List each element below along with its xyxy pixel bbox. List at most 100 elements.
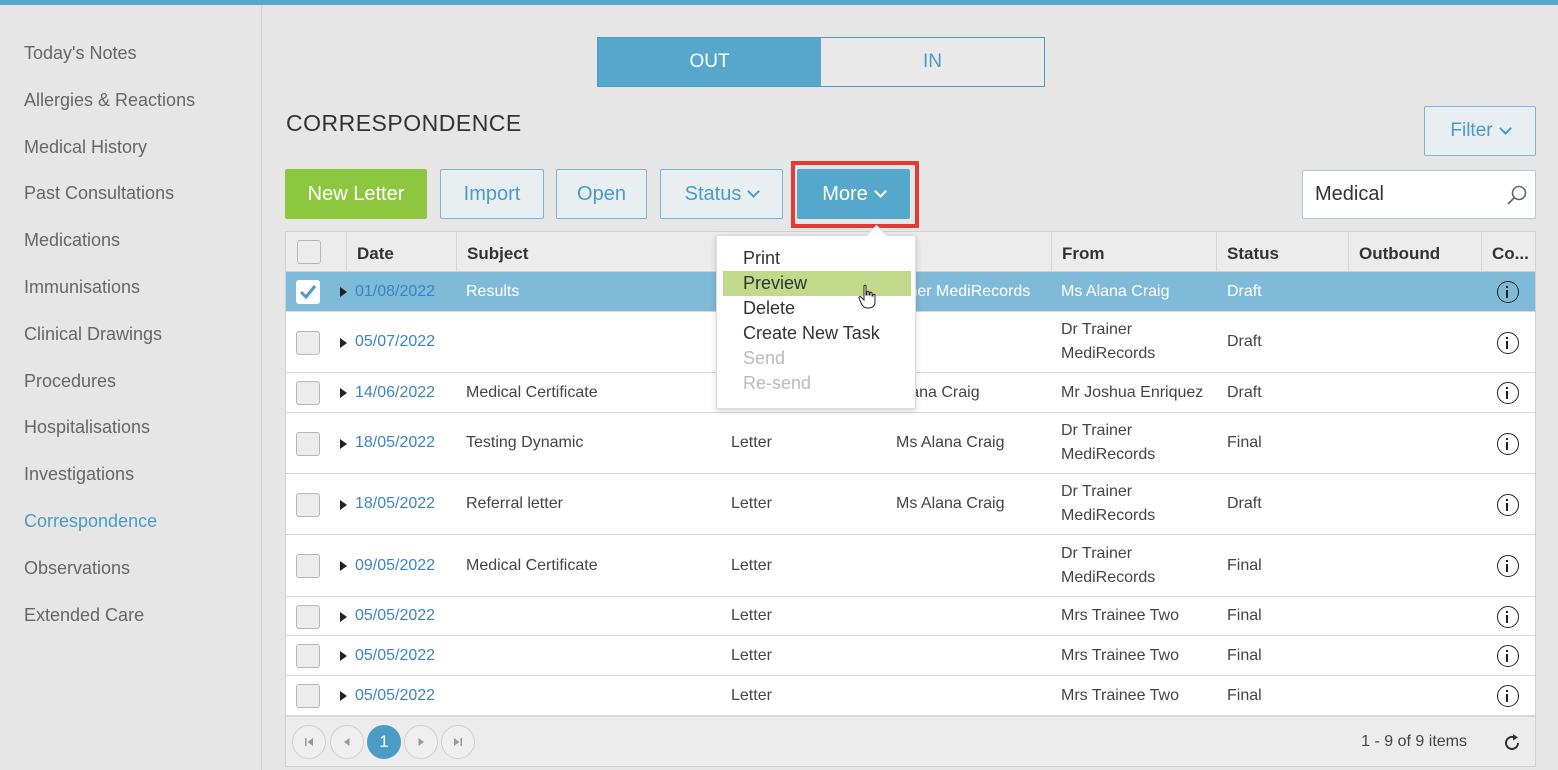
column-from[interactable]: From <box>1051 232 1216 272</box>
column-outbound[interactable]: Outbound <box>1348 232 1481 272</box>
sidebar: Today's Notes Allergies & Reactions Medi… <box>0 5 262 770</box>
row-type: Letter <box>731 686 772 704</box>
row-status: Final <box>1227 607 1262 624</box>
info-icon[interactable] <box>1497 432 1519 455</box>
column-status[interactable]: Status <box>1216 232 1348 272</box>
column-comments[interactable]: Co... <box>1481 232 1535 272</box>
info-icon[interactable] <box>1497 493 1519 516</box>
expand-row-icon[interactable] <box>340 691 347 701</box>
row-from: Dr Trainer MediRecords <box>1061 413 1155 473</box>
sidebar-item-past-consultations[interactable]: Past Consultations <box>0 175 261 222</box>
expand-row-icon[interactable] <box>340 611 347 622</box>
sidebar-item-clinical-drawings[interactable]: Clinical Drawings <box>0 316 261 363</box>
toggle-in-button[interactable]: IN <box>821 38 1044 86</box>
info-icon[interactable] <box>1497 685 1519 707</box>
row-checkbox[interactable] <box>296 431 320 456</box>
row-date[interactable]: 09/05/2022 <box>355 535 435 596</box>
page-number-button[interactable]: 1 <box>367 725 401 759</box>
row-status: Draft <box>1227 333 1262 350</box>
menu-item-create-new-task[interactable]: Create New Task <box>723 321 911 346</box>
expand-row-icon[interactable] <box>340 561 347 571</box>
expand-row-icon[interactable] <box>340 499 347 510</box>
expand-row-icon[interactable] <box>340 287 347 297</box>
row-date[interactable]: 05/05/2022 <box>355 676 435 715</box>
sidebar-item-extended-care[interactable]: Extended Care <box>0 597 261 644</box>
menu-item-delete[interactable]: Delete <box>723 296 911 321</box>
sidebar-item-immunisations[interactable]: Immunisations <box>0 269 261 316</box>
sidebar-item-procedures[interactable]: Procedures <box>0 363 261 410</box>
row-checkbox[interactable] <box>296 381 320 405</box>
row-from-line2: MediRecords <box>1061 446 1156 463</box>
new-letter-button[interactable]: New Letter <box>285 169 427 219</box>
select-all-checkbox[interactable] <box>297 240 321 264</box>
info-icon[interactable] <box>1497 382 1519 404</box>
filter-button[interactable]: Filter <box>1424 106 1536 156</box>
import-button[interactable]: Import <box>440 169 544 219</box>
row-date[interactable]: 14/06/2022 <box>355 373 435 412</box>
status-button[interactable]: Status <box>660 169 783 219</box>
refresh-icon[interactable] <box>1501 732 1523 754</box>
row-checkbox[interactable] <box>296 604 320 629</box>
info-icon[interactable] <box>1497 605 1519 628</box>
sidebar-item-medications[interactable]: Medications <box>0 222 261 269</box>
sidebar-item-todays-notes[interactable]: Today's Notes <box>0 35 261 82</box>
chevron-down-icon <box>747 185 761 198</box>
row-status: Final <box>1227 646 1262 664</box>
row-checkbox[interactable] <box>296 684 320 708</box>
open-button[interactable]: Open <box>556 169 647 219</box>
column-date[interactable]: Date <box>346 232 456 272</box>
row-checkbox[interactable] <box>296 492 320 517</box>
row-date[interactable]: 05/05/2022 <box>355 597 435 635</box>
row-subject: Testing Dynamic <box>466 434 584 451</box>
table-row[interactable]: 18/05/2022 Referral letter Letter Ms Alana … <box>286 474 1535 535</box>
row-date[interactable]: 18/05/2022 <box>355 474 435 534</box>
menu-item-print[interactable]: Print <box>723 246 911 271</box>
row-date[interactable]: 01/08/2022 <box>355 272 435 311</box>
row-from: Mrs Trainee Two <box>1061 636 1179 675</box>
sidebar-item-hospitalisations[interactable]: Hospitalisations <box>0 409 261 456</box>
menu-item-preview[interactable]: Preview <box>723 271 911 296</box>
row-status: Draft <box>1227 282 1262 300</box>
row-date[interactable]: 05/07/2022 <box>355 312 435 372</box>
table-row[interactable]: 05/05/2022 Letter Mrs Trainee Two Final <box>286 636 1535 676</box>
sidebar-item-allergies[interactable]: Allergies & Reactions <box>0 82 261 129</box>
info-icon[interactable] <box>1497 555 1519 577</box>
row-date[interactable]: 05/05/2022 <box>355 636 435 675</box>
sidebar-item-medical-history[interactable]: Medical History <box>0 129 261 176</box>
info-icon[interactable] <box>1497 281 1519 303</box>
info-icon[interactable] <box>1497 331 1519 354</box>
sidebar-item-observations[interactable]: Observations <box>0 550 261 597</box>
first-page-button[interactable] <box>292 725 326 759</box>
search-input[interactable] <box>1315 183 1505 206</box>
expand-row-icon[interactable] <box>340 388 347 398</box>
page-title: CORRESPONDENCE <box>286 110 522 136</box>
info-icon[interactable] <box>1497 645 1519 667</box>
sidebar-item-correspondence[interactable]: Correspondence <box>0 503 261 550</box>
table-row[interactable]: 09/05/2022 Medical Certificate Letter Dr Tr… <box>286 535 1535 597</box>
row-from-line1: Dr Trainer <box>1061 483 1133 500</box>
row-status: Draft <box>1227 383 1262 401</box>
table-row[interactable]: 05/05/2022 Letter Mrs Trainee Two Final <box>286 676 1535 716</box>
row-checkbox[interactable] <box>296 280 320 304</box>
row-checkbox[interactable] <box>296 554 320 578</box>
more-button-highlight <box>791 161 919 228</box>
toggle-out-button[interactable]: OUT <box>598 38 821 86</box>
table-row[interactable]: 05/05/2022 Letter Mrs Trainee Two Final <box>286 597 1535 636</box>
search-box[interactable] <box>1302 170 1536 219</box>
row-checkbox[interactable] <box>296 644 320 668</box>
next-page-button[interactable] <box>404 725 438 759</box>
row-to: Ms Alana Craig <box>896 434 1005 451</box>
expand-row-icon[interactable] <box>340 651 347 661</box>
column-subject[interactable]: Subject <box>456 232 721 272</box>
prev-page-button[interactable] <box>330 725 364 759</box>
sidebar-item-investigations[interactable]: Investigations <box>0 456 261 503</box>
row-subject: Referral letter <box>466 495 563 512</box>
row-from-line1: Dr Trainer <box>1061 422 1133 439</box>
search-icon[interactable] <box>1505 184 1529 208</box>
expand-row-icon[interactable] <box>340 337 347 348</box>
last-page-button[interactable] <box>441 725 475 759</box>
table-row[interactable]: 18/05/2022 Testing Dynamic Letter Ms Alana … <box>286 413 1535 474</box>
row-checkbox[interactable] <box>296 330 320 355</box>
row-date[interactable]: 18/05/2022 <box>355 413 435 473</box>
expand-row-icon[interactable] <box>340 438 347 449</box>
